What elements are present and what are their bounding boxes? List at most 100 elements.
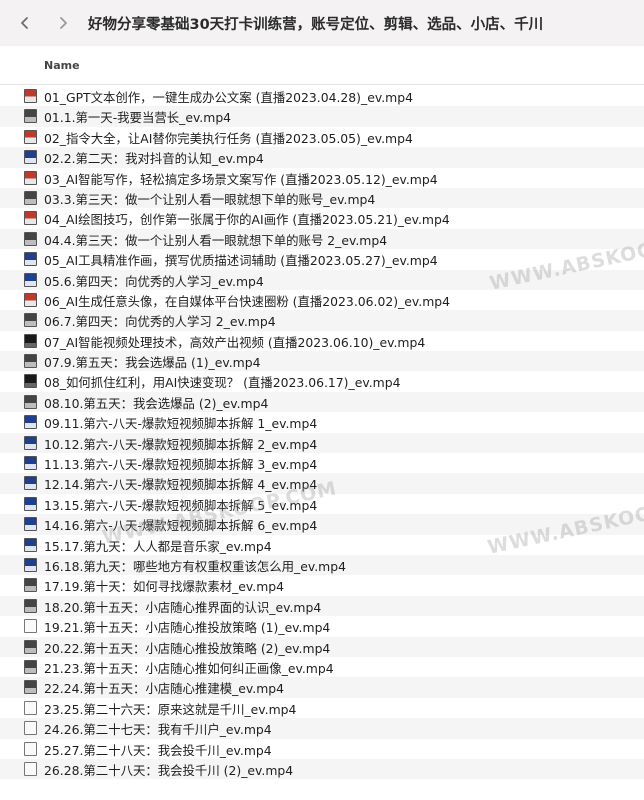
file-name: 22.24.第十五天：小店随心推建模_ev.mp4 [44, 681, 285, 697]
file-row[interactable]: 16.18.第九天：哪些地方有权重权重该怎么用_ev.mp4 [0, 554, 644, 576]
video-file-icon [24, 619, 37, 634]
video-file-icon [24, 741, 37, 756]
file-name: 02_指令大全，让AI替你完美执行任务 (直播2023.05.05)_ev.mp… [44, 130, 413, 146]
forward-button[interactable] [50, 10, 76, 36]
video-file-icon [24, 394, 37, 409]
file-row[interactable]: 07_AI智能视频处理技术，高效产出视频 (直播2023.06.10)_ev.m… [0, 331, 644, 351]
window-title: 好物分享零基础30天打卡训练营，账号定位、剪辑、选品、小店、千川 [88, 17, 544, 33]
file-name: 04.4.第三天：做一个让别人看一眼就想下单的账号 2_ev.mp4 [44, 232, 388, 248]
file-name: 17.19.第十天：如何寻找爆款素材_ev.mp4 [44, 579, 285, 595]
file-row[interactable]: 25.27.第二十八天：我会投千川_ev.mp4 [0, 739, 644, 759]
video-file-icon [24, 415, 37, 430]
file-name: 26.28.第二十八天：我会投千川 (2)_ev.mp4 [44, 762, 294, 778]
file-row[interactable]: 19.21.第十五天：小店随心推投放策略 (1)_ev.mp4 [0, 616, 644, 636]
file-row[interactable]: 06_AI生成任意头像，在自媒体平台快速圈粉 (直播2023.06.02)_ev… [0, 290, 644, 310]
file-row[interactable]: 15.17.第九天：人人都是音乐家_ev.mp4 [0, 535, 644, 555]
file-row[interactable]: 21.23.第十五天：小店随心推如何纠正画像_ev.mp4 [0, 657, 644, 677]
file-row[interactable]: 01_GPT文本创作，一键生成办公文案 (直播2023.04.28)_ev.mp… [0, 86, 644, 106]
video-file-icon [24, 557, 37, 572]
video-file-icon [24, 700, 37, 715]
file-row[interactable]: 22.24.第十五天：小店随心推建模_ev.mp4 [0, 677, 644, 698]
file-row[interactable]: 08_如何抓住红利，用AI快速变现？ (直播2023.06.17)_ev.mp4 [0, 371, 644, 391]
video-file-icon [24, 333, 37, 348]
video-file-icon [24, 578, 37, 593]
file-name: 12.14.第六-八天-爆款短视频脚本拆解 4_ev.mp4 [44, 477, 318, 493]
file-row[interactable]: 09.11.第六-八天-爆款短视频脚本拆解 1_ev.mp4 [0, 412, 644, 432]
file-name: 16.18.第九天：哪些地方有权重权重该怎么用_ev.mp4 [44, 558, 346, 574]
video-file-icon [24, 680, 37, 695]
file-row[interactable]: 02_指令大全，让AI替你完美执行任务 (直播2023.05.05)_ev.mp… [0, 127, 644, 147]
column-header-name[interactable]: Name [0, 46, 644, 85]
file-name: 25.27.第二十八天：我会投千川_ev.mp4 [44, 742, 272, 758]
file-row[interactable]: 17.19.第十天：如何寻找爆款素材_ev.mp4 [0, 575, 644, 595]
chevron-right-icon [60, 17, 67, 29]
video-file-icon [24, 272, 37, 287]
file-name: 02.2.第二天：我对抖音的认知_ev.mp4 [44, 151, 264, 167]
file-name: 15.17.第九天：人人都是音乐家_ev.mp4 [44, 538, 272, 554]
video-file-icon [24, 721, 37, 736]
file-name: 06_AI生成任意头像，在自媒体平台快速圈粉 (直播2023.06.02)_ev… [44, 293, 451, 309]
file-row[interactable]: 26.28.第二十八天：我会投千川 (2)_ev.mp4 [0, 758, 644, 780]
file-row[interactable]: 05_AI工具精准作画，撰写优质描述词辅助 (直播2023.05.27)_ev.… [0, 249, 644, 269]
file-name: 14.16.第六-八天-爆款短视频脚本拆解 6_ev.mp4 [44, 518, 318, 534]
video-file-icon [24, 496, 37, 511]
chevron-left-icon [21, 17, 28, 29]
video-file-icon [24, 252, 37, 267]
file-row[interactable]: 10.12.第六-八天-爆款短视频脚本拆解 2_ev.mp4 [0, 432, 644, 454]
video-file-icon [24, 231, 37, 246]
back-button[interactable] [12, 10, 38, 36]
file-name: 13.15.第六-八天-爆款短视频脚本拆解 5_ev.mp4 [44, 497, 318, 513]
video-file-icon [24, 354, 37, 369]
file-name: 03_AI智能写作，轻松搞定多场景文案写作 (直播2023.05.12)_ev.… [44, 171, 438, 187]
file-row[interactable]: 13.15.第六-八天-爆款短视频脚本拆解 5_ev.mp4 [0, 494, 644, 514]
file-name: 18.20.第十五天：小店随心推界面的认识_ev.mp4 [44, 599, 322, 615]
file-row[interactable]: 14.16.第六-八天-爆款短视频脚本拆解 6_ev.mp4 [0, 514, 644, 535]
video-file-icon [24, 761, 37, 776]
file-row[interactable]: 03.3.第三天：做一个让别人看一眼就想下单的账号_ev.mp4 [0, 187, 644, 209]
file-row[interactable]: 24.26.第二十七天：我有千川户_ev.mp4 [0, 718, 644, 739]
file-name: 19.21.第十五天：小店随心推投放策略 (1)_ev.mp4 [44, 620, 331, 636]
video-file-icon [24, 129, 37, 144]
file-row[interactable]: 07.9.第五天：我会选爆品 (1)_ev.mp4 [0, 351, 644, 372]
file-row[interactable]: 04_AI绘图技巧，创作第一张属于你的AI画作 (直播2023.05.21)_e… [0, 208, 644, 228]
file-name: 07_AI智能视频处理技术，高效产出视频 (直播2023.06.10)_ev.m… [44, 334, 426, 350]
file-name: 08_如何抓住红利，用AI快速变现？ (直播2023.06.17)_ev.mp4 [44, 375, 401, 391]
file-name: 10.12.第六-八天-爆款短视频脚本拆解 2_ev.mp4 [44, 436, 318, 452]
file-row[interactable]: 04.4.第三天：做一个让别人看一眼就想下单的账号 2_ev.mp4 [0, 228, 644, 250]
file-name: 09.11.第六-八天-爆款短视频脚本拆解 1_ev.mp4 [44, 416, 318, 432]
file-name: 11.13.第六-八天-爆款短视频脚本拆解 3_ev.mp4 [44, 457, 318, 473]
file-name: 07.9.第五天：我会选爆品 (1)_ev.mp4 [44, 355, 261, 371]
file-row[interactable]: 05.6.第四天：向优秀的人学习_ev.mp4 [0, 269, 644, 290]
file-row[interactable]: 03_AI智能写作，轻松搞定多场景文案写作 (直播2023.05.12)_ev.… [0, 168, 644, 188]
video-file-icon [24, 456, 37, 471]
file-row[interactable]: 12.14.第六-八天-爆款短视频脚本拆解 4_ev.mp4 [0, 473, 644, 494]
file-row[interactable]: 08.10.第五天：我会选爆品 (2)_ev.mp4 [0, 391, 644, 413]
video-file-icon [24, 639, 37, 654]
video-file-icon [24, 109, 37, 124]
video-file-icon [24, 211, 37, 226]
file-name: 24.26.第二十七天：我有千川户_ev.mp4 [44, 722, 272, 738]
file-row[interactable]: 23.25.第二十六天：原来这就是千川_ev.mp4 [0, 698, 644, 718]
video-file-icon [24, 435, 37, 450]
file-row[interactable]: 06.7.第四天：向优秀的人学习 2_ev.mp4 [0, 310, 644, 331]
video-file-icon [24, 476, 37, 491]
video-file-icon [24, 170, 37, 185]
video-file-icon [24, 659, 37, 674]
video-file-icon [24, 537, 37, 552]
video-file-icon [24, 89, 37, 103]
file-name: 20.22.第十五天：小店随心推投放策略 (2)_ev.mp4 [44, 640, 331, 656]
file-row[interactable]: 20.22.第十五天：小店随心推投放策略 (2)_ev.mp4 [0, 636, 644, 657]
column-header-label: Name [44, 59, 80, 72]
video-file-icon [24, 190, 37, 205]
file-name: 01.1.第一天-我要当营长_ev.mp4 [44, 110, 232, 126]
window-toolbar: 好物分享零基础30天打卡训练营，账号定位、剪辑、选品、小店、千川 [0, 0, 644, 47]
file-row[interactable]: 11.13.第六-八天-爆款短视频脚本拆解 3_ev.mp4 [0, 453, 644, 473]
video-file-icon [24, 374, 37, 389]
file-list: 01_GPT文本创作，一键生成办公文案 (直播2023.04.28)_ev.mp… [0, 86, 644, 780]
file-row[interactable]: 01.1.第一天-我要当营长_ev.mp4 [0, 106, 644, 127]
file-name: 05.6.第四天：向优秀的人学习_ev.mp4 [44, 273, 264, 289]
file-row[interactable]: 18.20.第十五天：小店随心推界面的认识_ev.mp4 [0, 595, 644, 617]
video-file-icon [24, 292, 37, 307]
file-name: 08.10.第五天：我会选爆品 (2)_ev.mp4 [44, 395, 269, 411]
file-row[interactable]: 02.2.第二天：我对抖音的认知_ev.mp4 [0, 147, 644, 168]
